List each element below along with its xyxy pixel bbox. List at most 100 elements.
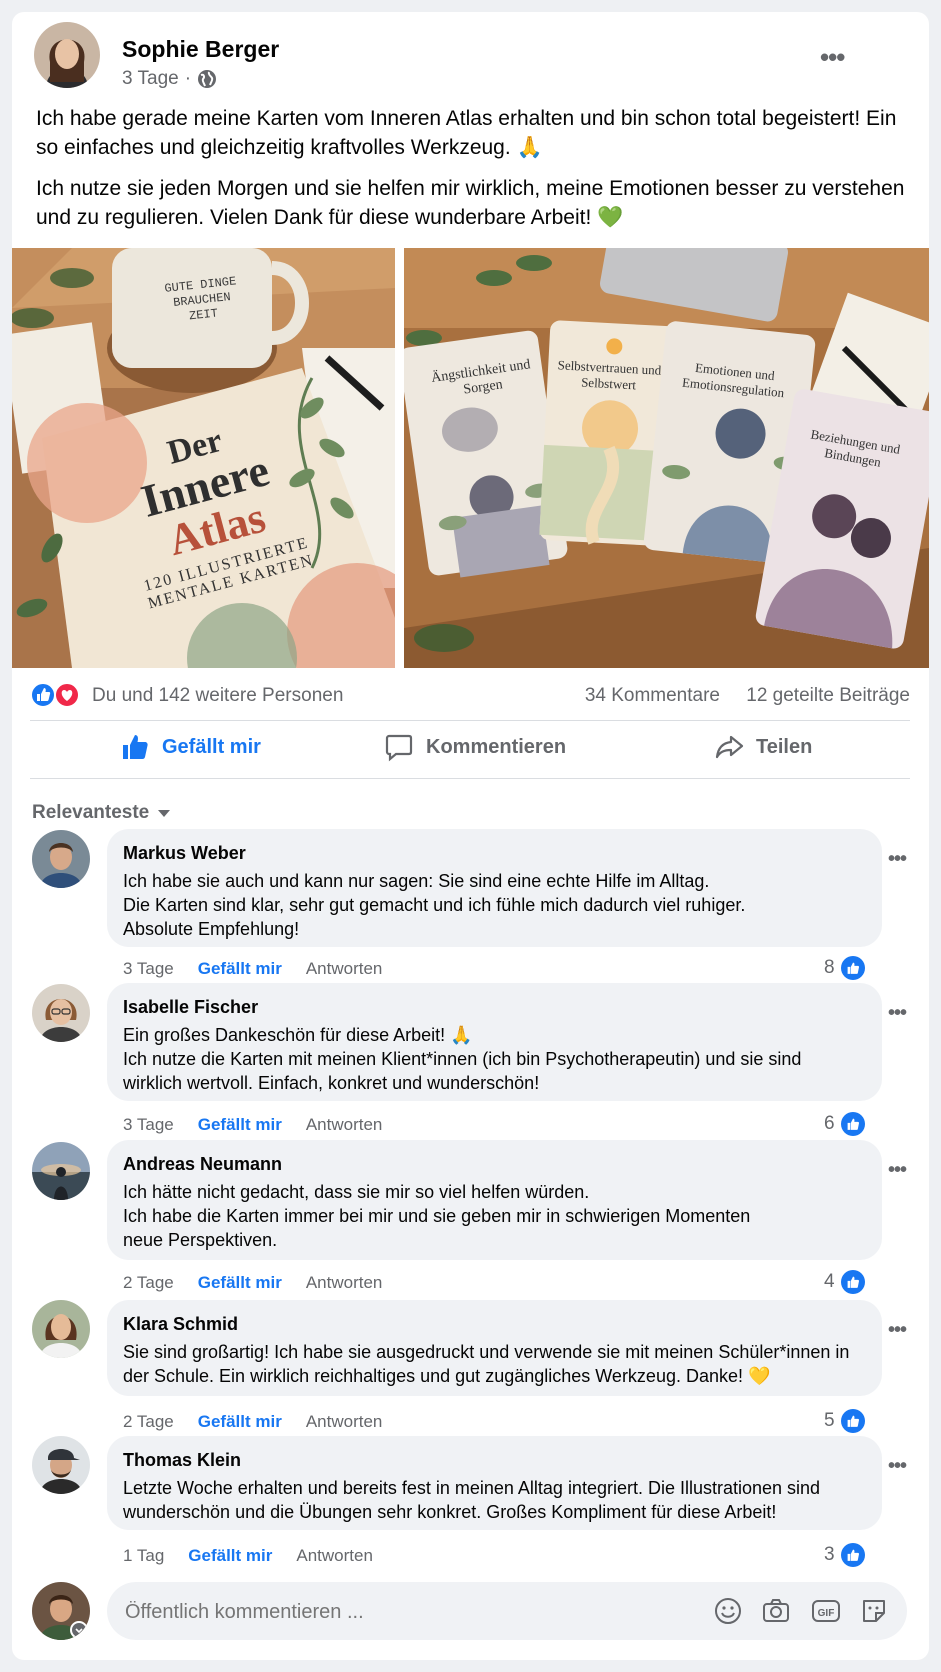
camera-icon[interactable] (761, 1596, 791, 1626)
comment-time[interactable]: 3 Tage (123, 1115, 174, 1135)
comment-like-number: 8 (824, 957, 835, 978)
share-button[interactable]: Teilen (714, 732, 812, 762)
comment-bubble: Andreas Neumann Ich hätte nicht gedacht,… (107, 1140, 882, 1260)
post-text: Ich habe gerade meine Karten vom Inneren… (36, 104, 906, 244)
post-photo-book[interactable]: GUTE DINGE BRAUCHEN ZEIT Der Innere Atla… (12, 248, 395, 668)
like-badge-icon (840, 1112, 865, 1136)
comment-like-count[interactable]: 8 (824, 956, 865, 980)
emoji-icon[interactable] (713, 1596, 743, 1626)
comment-like-link[interactable]: Gefällt mir (198, 1412, 282, 1432)
author-avatar-image (34, 22, 100, 88)
current-user-avatar[interactable] (32, 1582, 90, 1640)
share-button-label: Teilen (756, 735, 813, 758)
comment-text: Letzte Woche erhalten und bereits fest i… (123, 1478, 821, 1522)
comment-text: Sie sind großartig! Ich habe sie ausgedr… (123, 1342, 850, 1386)
comment-more-icon[interactable]: ••• (888, 1455, 907, 1478)
like-badge-icon (840, 1409, 865, 1433)
divider-top (30, 720, 910, 721)
commenter-avatar-image (32, 1436, 90, 1494)
comment-meta: 2 Tage Gefällt mir Antworten (123, 1412, 382, 1432)
more-options-icon[interactable]: ••• (820, 42, 845, 73)
globe-icon (198, 70, 217, 88)
comment-text: Ich habe sie auch und kann nur sagen: Si… (123, 871, 746, 939)
post-time[interactable]: 3 Tage (122, 68, 179, 90)
commenter-avatar[interactable] (32, 1300, 90, 1358)
like-badge-icon (840, 1543, 865, 1567)
commenter-avatar[interactable] (32, 984, 90, 1042)
comment-reply-link[interactable]: Antworten (306, 1273, 383, 1293)
divider-bottom (30, 778, 910, 779)
like-badge-icon (840, 956, 865, 980)
comment-composer[interactable]: GIF (107, 1582, 907, 1640)
reactions-bar: Du und 142 weitere Personen 34 Kommentar… (30, 680, 910, 712)
comment-button[interactable]: Kommentieren (384, 732, 566, 762)
like-button[interactable]: Gefällt mir (120, 732, 261, 762)
comment-like-count[interactable]: 4 (824, 1270, 865, 1294)
comment-like-number: 5 (824, 1410, 835, 1431)
love-reaction-icon[interactable] (54, 682, 80, 708)
comment-input[interactable] (123, 1596, 647, 1628)
comment-bubble: Isabelle Fischer Ein großes Dankeschön f… (107, 983, 882, 1101)
caret-down-icon (158, 810, 171, 817)
comment-button-label: Kommentieren (426, 735, 567, 758)
commenter-avatar[interactable] (32, 1436, 90, 1494)
comment-more-icon[interactable]: ••• (888, 1002, 907, 1025)
commenter-name[interactable]: Andreas Neumann (123, 1154, 282, 1175)
commenter-name[interactable]: Thomas Klein (123, 1450, 241, 1471)
post-photo-cards[interactable]: Ängstlichkeit und Sorgen Selbstvertrauen… (404, 248, 929, 668)
comments-count[interactable]: 34 Kommentare (585, 685, 720, 707)
current-user-avatar-image (32, 1582, 90, 1640)
comment-meta: 2 Tage Gefällt mir Antworten (123, 1273, 382, 1293)
comment-like-count[interactable]: 6 (824, 1112, 865, 1136)
comment-more-icon[interactable]: ••• (888, 1319, 907, 1342)
post-meta: 3 Tage · (122, 68, 217, 90)
comment-like-link[interactable]: Gefällt mir (188, 1546, 272, 1566)
sort-label: Relevanteste (32, 802, 150, 823)
comment-sort-dropdown[interactable]: Relevanteste (32, 802, 171, 824)
meta-separator: · (184, 68, 192, 89)
commenter-avatar-image (32, 984, 90, 1042)
gif-icon[interactable]: GIF (811, 1596, 841, 1626)
commenter-avatar-image (32, 1142, 90, 1200)
comment-like-link[interactable]: Gefällt mir (198, 1115, 282, 1135)
comment-like-link[interactable]: Gefällt mir (198, 1273, 282, 1293)
comment-text: Ein großes Dankeschön für diese Arbeit! … (123, 1025, 802, 1093)
comment-reply-link[interactable]: Antworten (306, 1412, 383, 1432)
comment-bubble: Thomas Klein Letzte Woche erhalten und b… (107, 1436, 882, 1530)
post-paragraph-2: Ich nutze sie jeden Morgen und sie helfe… (36, 177, 905, 229)
comment-meta: 3 Tage Gefällt mir Antworten (123, 959, 382, 979)
reactions-summary[interactable]: Du und 142 weitere Personen (92, 685, 343, 707)
comment-reply-link[interactable]: Antworten (306, 1115, 383, 1135)
comment-like-number: 4 (824, 1271, 835, 1292)
shares-count[interactable]: 12 geteilte Beiträge (746, 685, 910, 707)
author-avatar[interactable] (34, 22, 100, 88)
comment-time[interactable]: 1 Tag (123, 1546, 164, 1566)
comment-time[interactable]: 2 Tage (123, 1273, 174, 1293)
comment-reply-link[interactable]: Antworten (306, 959, 383, 979)
comment-like-number: 3 (824, 1544, 835, 1565)
like-badge-icon (840, 1270, 865, 1294)
comment-bubble: Markus Weber Ich habe sie auch und kann … (107, 829, 882, 947)
commenter-avatar[interactable] (32, 1142, 90, 1200)
comment-time[interactable]: 2 Tage (123, 1412, 174, 1432)
post-paragraph-1: Ich habe gerade meine Karten vom Inneren… (36, 107, 897, 159)
author-name[interactable]: Sophie Berger (122, 36, 279, 63)
commenter-name[interactable]: Markus Weber (123, 843, 246, 864)
like-reaction-icon[interactable] (30, 682, 56, 708)
sticker-icon[interactable] (859, 1596, 889, 1626)
commenter-name[interactable]: Isabelle Fischer (123, 997, 258, 1018)
comment-more-icon[interactable]: ••• (888, 1159, 907, 1182)
comment-like-link[interactable]: Gefällt mir (198, 959, 282, 979)
comment-like-count[interactable]: 5 (824, 1409, 865, 1433)
comment-more-icon[interactable]: ••• (888, 848, 907, 871)
like-button-label: Gefällt mir (162, 735, 261, 758)
comment-time[interactable]: 3 Tage (123, 959, 174, 979)
card-title-2: Selbstvertrauen und Selbstwert (557, 357, 662, 393)
comment-reply-link[interactable]: Antworten (296, 1546, 373, 1566)
commenter-name[interactable]: Klara Schmid (123, 1314, 238, 1335)
commenter-avatar[interactable] (32, 830, 90, 888)
comment-like-count[interactable]: 3 (824, 1543, 865, 1567)
svg-text:GIF: GIF (818, 1608, 835, 1619)
commenter-avatar-image (32, 1300, 90, 1358)
share-icon (715, 735, 744, 759)
